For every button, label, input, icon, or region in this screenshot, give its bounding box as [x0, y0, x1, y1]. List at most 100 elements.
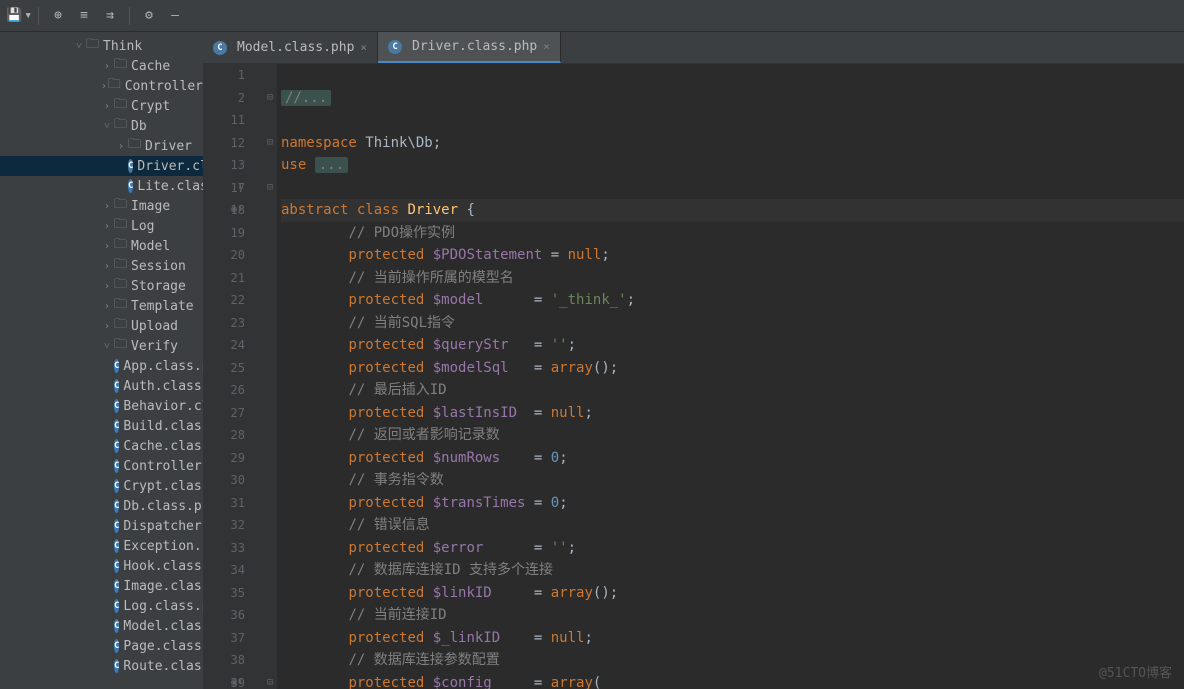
fold-marker[interactable]: [263, 424, 277, 447]
fold-marker[interactable]: [263, 64, 277, 87]
tree-file[interactable]: CCrypt.class.p: [0, 476, 203, 496]
fold-marker[interactable]: [263, 267, 277, 290]
tree-folder[interactable]: ›🗀Cache: [0, 56, 203, 76]
code-editor[interactable]: //... namespace Think\Db;use ... abstract …: [277, 64, 1184, 689]
code-line[interactable]: // 数据库连接ID 支持多个连接: [281, 559, 1184, 582]
fold-marker[interactable]: ⊟: [263, 672, 277, 689]
code-line[interactable]: // 当前操作所属的模型名: [281, 267, 1184, 290]
fold-marker[interactable]: ⊟: [263, 87, 277, 110]
code-line[interactable]: // PDO操作实例: [281, 222, 1184, 245]
editor-tab[interactable]: CDriver.class.php×: [378, 32, 561, 63]
target-icon[interactable]: ⊕: [47, 5, 69, 27]
code-line[interactable]: protected $queryStr = '';: [281, 334, 1184, 357]
tree-file[interactable]: CBehavior.cla: [0, 396, 203, 416]
fold-marker[interactable]: [263, 649, 277, 672]
fold-marker[interactable]: [263, 447, 277, 470]
fold-marker[interactable]: [263, 559, 277, 582]
tree-file[interactable]: CRoute.class.: [0, 656, 203, 676]
code-line[interactable]: [281, 64, 1184, 87]
code-line[interactable]: [281, 109, 1184, 132]
fold-marker[interactable]: [263, 199, 277, 222]
tree-file[interactable]: CBuild.class.p: [0, 416, 203, 436]
code-line[interactable]: namespace Think\Db;: [281, 132, 1184, 155]
code-line[interactable]: protected $transTimes = 0;: [281, 492, 1184, 515]
tree-folder[interactable]: ›🗀Crypt: [0, 96, 203, 116]
fold-marker[interactable]: [263, 537, 277, 560]
code-line[interactable]: // 最后插入ID: [281, 379, 1184, 402]
fold-marker[interactable]: [263, 402, 277, 425]
code-line[interactable]: [281, 177, 1184, 200]
fold-marker[interactable]: [263, 244, 277, 267]
tree-file[interactable]: CLog.class.ph: [0, 596, 203, 616]
tree-folder[interactable]: ›🗀Controller: [0, 76, 203, 96]
expand-icon[interactable]: ≡: [73, 5, 95, 27]
code-line[interactable]: protected $linkID = array();: [281, 582, 1184, 605]
fold-marker[interactable]: [263, 514, 277, 537]
tree-file[interactable]: CException.cl: [0, 536, 203, 556]
code-line[interactable]: protected $lastInsID = null;: [281, 402, 1184, 425]
tree-file[interactable]: CController.cl: [0, 456, 203, 476]
fold-marker[interactable]: ⊟: [263, 177, 277, 200]
code-line[interactable]: // 错误信息: [281, 514, 1184, 537]
tree-file[interactable]: CDispatcher.c: [0, 516, 203, 536]
code-line[interactable]: // 数据库连接参数配置: [281, 649, 1184, 672]
tree-file[interactable]: CCache.class.p: [0, 436, 203, 456]
fold-marker[interactable]: [263, 492, 277, 515]
fold-marker[interactable]: [263, 334, 277, 357]
code-line[interactable]: protected $error = '';: [281, 537, 1184, 560]
code-line[interactable]: use ...: [281, 154, 1184, 177]
code-line[interactable]: abstract class Driver {: [281, 199, 1184, 222]
fold-marker[interactable]: [263, 379, 277, 402]
tree-file[interactable]: CDriver.cla: [0, 156, 203, 176]
tree-file[interactable]: CModel.class.: [0, 616, 203, 636]
code-line[interactable]: protected $_linkID = null;: [281, 627, 1184, 650]
fold-marker[interactable]: [263, 312, 277, 335]
tree-file[interactable]: CAuth.class.p: [0, 376, 203, 396]
code-line[interactable]: // 返回或者影响记录数: [281, 424, 1184, 447]
minimize-icon[interactable]: —: [164, 5, 186, 27]
fold-marker[interactable]: [263, 582, 277, 605]
tree-label: Dispatcher.c: [123, 519, 203, 534]
tree-folder[interactable]: ›🗀Session: [0, 256, 203, 276]
code-line[interactable]: protected $modelSql = array();: [281, 357, 1184, 380]
code-line[interactable]: //...: [281, 87, 1184, 110]
fold-marker[interactable]: [263, 154, 277, 177]
tree-folder[interactable]: ˅🗀Think: [0, 36, 203, 56]
save-dropdown[interactable]: 💾 ▾: [8, 5, 30, 27]
tree-folder[interactable]: ›🗀Upload: [0, 316, 203, 336]
tree-file[interactable]: CHook.class.p: [0, 556, 203, 576]
fold-marker[interactable]: [263, 627, 277, 650]
tree-folder[interactable]: ›🗀Template: [0, 296, 203, 316]
tree-folder[interactable]: ˅🗀Db: [0, 116, 203, 136]
gear-icon[interactable]: ⚙: [138, 5, 160, 27]
tree-folder[interactable]: ›🗀Model: [0, 236, 203, 256]
tree-folder[interactable]: ›🗀Log: [0, 216, 203, 236]
tree-file[interactable]: CLite.class: [0, 176, 203, 196]
close-icon[interactable]: ×: [360, 41, 367, 54]
tree-file[interactable]: CDb.class.php: [0, 496, 203, 516]
close-icon[interactable]: ×: [543, 40, 550, 53]
tree-folder[interactable]: ›🗀Storage: [0, 276, 203, 296]
fold-marker[interactable]: [263, 222, 277, 245]
tree-file[interactable]: CApp.class.ph: [0, 356, 203, 376]
collapse-icon[interactable]: ⇉: [99, 5, 121, 27]
code-line[interactable]: // 当前SQL指令: [281, 312, 1184, 335]
tree-file[interactable]: CPage.class.p: [0, 636, 203, 656]
code-line[interactable]: protected $config = array(: [281, 672, 1184, 689]
fold-marker[interactable]: [263, 289, 277, 312]
fold-marker[interactable]: [263, 469, 277, 492]
tree-folder[interactable]: ˅🗀Verify: [0, 336, 203, 356]
fold-marker[interactable]: [263, 357, 277, 380]
editor-tab[interactable]: CModel.class.php×: [203, 32, 378, 63]
tree-folder[interactable]: ›🗀Driver: [0, 136, 203, 156]
code-line[interactable]: protected $numRows = 0;: [281, 447, 1184, 470]
code-line[interactable]: protected $PDOStatement = null;: [281, 244, 1184, 267]
fold-marker[interactable]: [263, 109, 277, 132]
code-line[interactable]: // 当前连接ID: [281, 604, 1184, 627]
code-line[interactable]: // 事务指令数: [281, 469, 1184, 492]
tree-file[interactable]: CImage.class.: [0, 576, 203, 596]
fold-marker[interactable]: ⊟: [263, 132, 277, 155]
tree-folder[interactable]: ›🗀Image: [0, 196, 203, 216]
fold-marker[interactable]: [263, 604, 277, 627]
code-line[interactable]: protected $model = '_think_';: [281, 289, 1184, 312]
